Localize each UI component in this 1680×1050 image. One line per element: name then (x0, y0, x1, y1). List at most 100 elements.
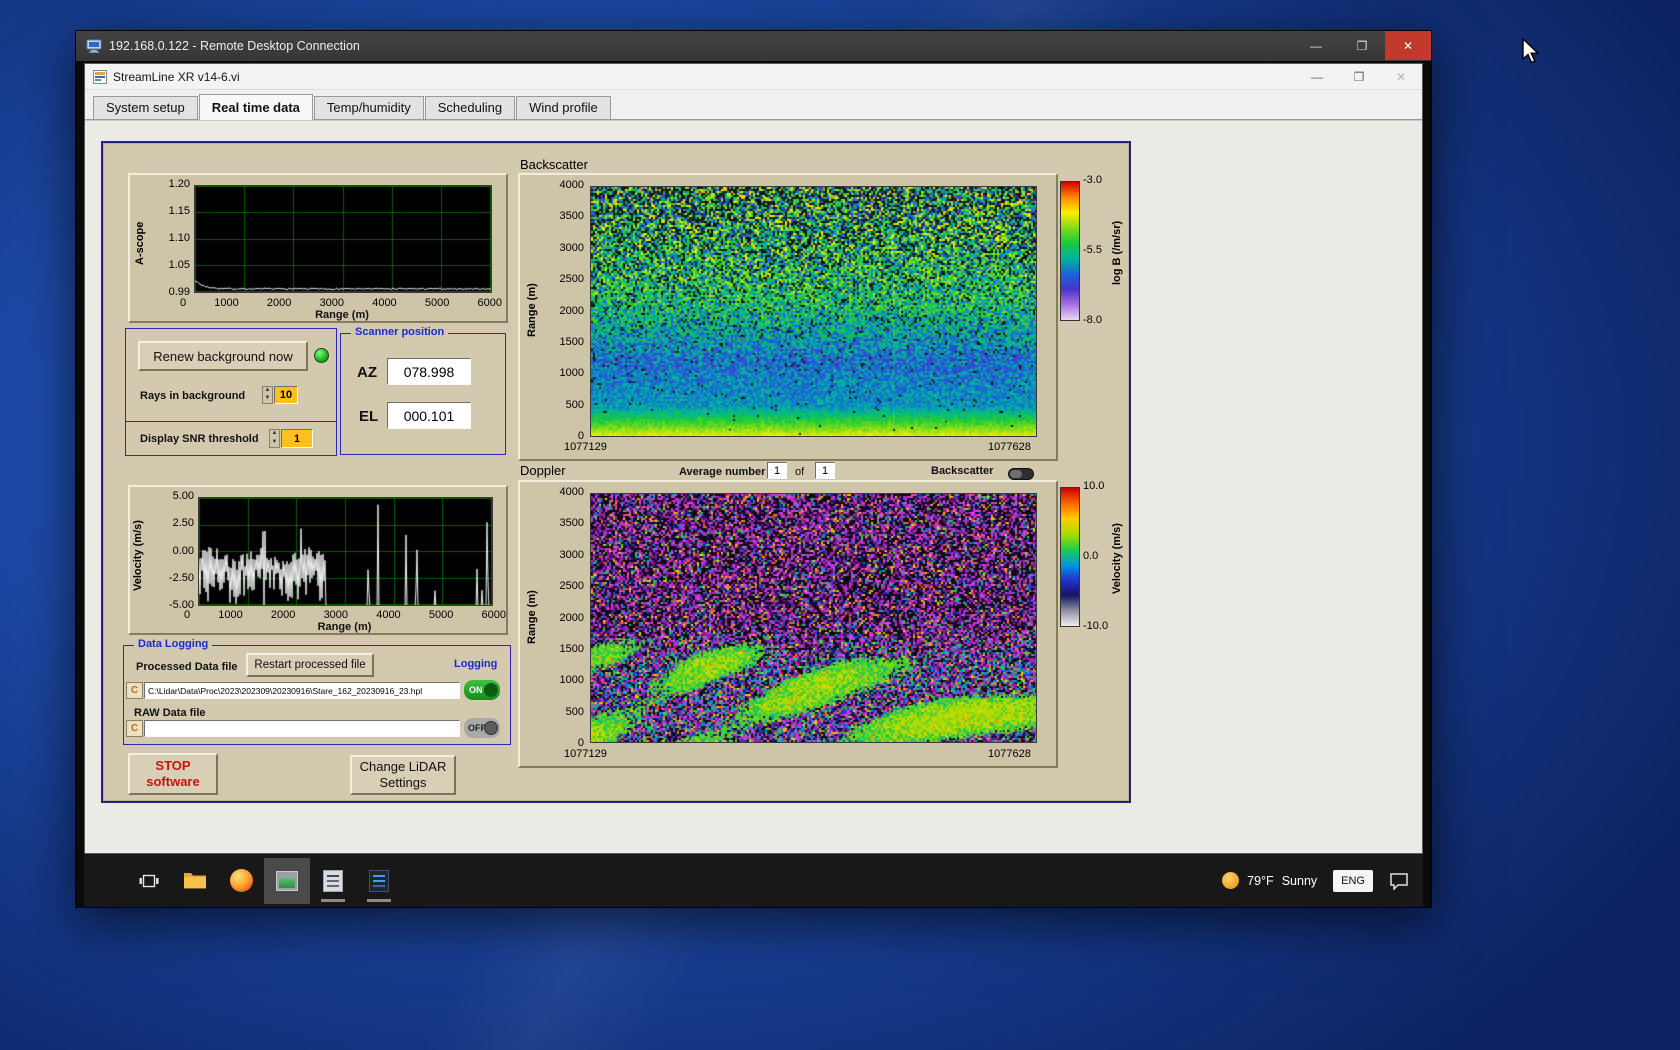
backscatter-y-axis-label: Range (m) (526, 283, 538, 337)
app-title: StreamLine XR v14-6.vi (113, 69, 240, 84)
display-snr-threshold-label: Display SNR threshold (140, 433, 259, 445)
rays-in-background-label: Rays in background (140, 390, 246, 402)
streamline-app-taskbar-button[interactable] (264, 857, 310, 904)
file-explorer-icon (184, 873, 206, 889)
tab-bar: System setup Real time data Temp/humidit… (85, 90, 1422, 120)
velocity-plot (198, 497, 493, 606)
backscatter-colorbar-label: log B (/m/sr) (1111, 220, 1123, 286)
processed-data-file-label: Processed Data file (136, 661, 238, 673)
mouse-cursor (1522, 38, 1540, 64)
tab-temp-humidity[interactable]: Temp/humidity (313, 96, 424, 119)
scan-schedule-button[interactable] (310, 858, 356, 904)
renew-status-led (314, 348, 329, 363)
doppler-x-end: 1077628 (988, 748, 1031, 760)
rdp-minimize-button[interactable]: ― (1293, 31, 1339, 60)
backscatter-toggle-label: Backscatter (931, 465, 994, 477)
doppler-heatmap (590, 493, 1037, 743)
weather-temp: 79°F (1247, 873, 1274, 888)
scanner-position-group: Scanner position AZ 078.998 EL 000.101 (340, 326, 506, 455)
logging-label: Logging (454, 658, 498, 670)
tab-wind-profile[interactable]: Wind profile (516, 96, 611, 119)
streamline-app-window: StreamLine XR v14-6.vi ― ❐ ✕ System setu… (84, 63, 1423, 854)
rdp-close-button[interactable]: ✕ (1385, 31, 1431, 60)
el-label: EL (359, 408, 379, 425)
stop-software-button[interactable]: STOP software (128, 753, 218, 795)
restart-processed-file-button[interactable]: Restart processed file (246, 653, 374, 677)
rdp-session-area: StreamLine XR v14-6.vi ― ❐ ✕ System setu… (76, 61, 1431, 907)
document-app-button[interactable] (356, 858, 402, 904)
velocity-y-axis-label: Velocity (m/s) (132, 520, 144, 592)
scanner-position-legend: Scanner position (351, 326, 449, 338)
data-logging-group: Data Logging Processed Data file Restart… (123, 638, 511, 745)
weather-condition: Sunny (1281, 873, 1318, 888)
task-view-icon (139, 874, 159, 887)
doppler-plot-frame: Range (m) 4000 3500 3000 2500 2000 1500 1000 50… (518, 480, 1058, 768)
rdp-computer-icon (86, 39, 102, 53)
chat-bubble-icon (1390, 872, 1408, 890)
average-number-field[interactable]: 1 (767, 462, 787, 479)
velocity-plot-frame: Velocity (m/s) 5.00 2.50 0.00 -2.50 -5.00 01… (128, 485, 508, 635)
average-total-field[interactable]: 1 (815, 462, 835, 479)
raw-logging-toggle[interactable]: OFF (464, 718, 500, 738)
snr-spinner[interactable]: ▲ ▼ (269, 429, 280, 448)
backscatter-plot-frame: Range (m) 4000 3500 3000 2500 2000 1500 1000 50… (518, 173, 1058, 461)
processed-path-browse-button[interactable]: C (126, 682, 143, 699)
data-logging-legend: Data Logging (134, 638, 213, 650)
change-lidar-settings-button[interactable]: Change LiDAR Settings (350, 755, 456, 795)
display-snr-threshold-field[interactable]: 1 (281, 429, 313, 448)
ascope-y-ticks: 1.20 1.15 1.10 1.05 0.99 (168, 178, 190, 298)
renew-background-button[interactable]: Renew background now (138, 341, 308, 371)
desktop: 192.168.0.122 - Remote Desktop Connectio… (0, 0, 1680, 1050)
app-close-button[interactable]: ✕ (1380, 64, 1422, 89)
document-app-icon (369, 869, 389, 892)
backscatter-title: Backscatter (520, 157, 588, 172)
velocity-x-ticks: 0 1000 2000 3000 4000 5000 6000 (184, 609, 506, 621)
backscatter-colorbar (1060, 181, 1080, 321)
raw-path-browse-button[interactable]: C (126, 720, 143, 737)
az-field[interactable]: 078.998 (387, 358, 471, 385)
app-restore-button[interactable]: ❐ (1338, 64, 1380, 89)
app-minimize-button[interactable]: ― (1296, 64, 1338, 89)
backscatter-doppler-toggle[interactable] (1008, 468, 1034, 480)
background-controls-group: Renew background now Rays in background … (125, 328, 337, 456)
backscatter-x-end: 1077628 (988, 441, 1031, 453)
average-of-label: of (795, 466, 805, 478)
rdp-restore-button[interactable]: ❐ (1339, 31, 1385, 60)
scan-schedule-icon (323, 869, 343, 892)
backscatter-colorbar-ticks: -3.0 -5.5 -8.0 (1083, 174, 1102, 326)
el-field[interactable]: 000.101 (387, 402, 471, 429)
backscatter-x-start: 1077129 (564, 441, 607, 453)
rays-spinner[interactable]: ▲ ▼ (262, 386, 273, 404)
doppler-x-start: 1077129 (564, 748, 607, 760)
raw-path-field[interactable] (144, 720, 460, 737)
average-number-label: Average number (679, 466, 766, 478)
raw-data-file-label: RAW Data file (134, 707, 206, 719)
doppler-colorbar (1060, 487, 1080, 627)
file-explorer-button[interactable] (172, 858, 218, 904)
app-titlebar: StreamLine XR v14-6.vi ― ❐ ✕ (85, 64, 1422, 90)
sun-icon (1222, 872, 1240, 889)
streamline-app-icon (276, 870, 298, 891)
doppler-y-axis-label: Range (m) (526, 590, 538, 644)
weather-widget[interactable]: 79°F Sunny (1222, 872, 1317, 889)
firefox-button[interactable] (218, 858, 264, 904)
rdp-window: 192.168.0.122 - Remote Desktop Connectio… (75, 30, 1432, 908)
backscatter-heatmap (590, 186, 1037, 437)
task-view-button[interactable] (126, 858, 172, 904)
tab-scheduling[interactable]: Scheduling (424, 96, 516, 119)
velocity-y-ticks: 5.00 2.50 0.00 -2.50 -5.00 (168, 490, 194, 611)
ascope-y-axis-label: A-scope (134, 221, 146, 265)
rdp-title: 192.168.0.122 - Remote Desktop Connectio… (109, 39, 360, 53)
vi-body: A-scope 1.20 1.15 1.10 1.05 0.99 0 1000 2000 30… (85, 120, 1422, 853)
ascope-plot (194, 185, 492, 293)
processed-logging-toggle[interactable]: ON (464, 680, 500, 700)
tab-system-setup[interactable]: System setup (93, 96, 198, 119)
ascope-plot-frame: A-scope 1.20 1.15 1.10 1.05 0.99 0 1000 2000 30… (128, 173, 508, 323)
processed-path-field[interactable]: C:\Lidar\Data\Proc\2023\202309\20230916\… (144, 682, 460, 699)
doppler-colorbar-label: Velocity (m/s) (1111, 523, 1123, 595)
notifications-button[interactable] (1389, 872, 1409, 890)
doppler-title: Doppler (520, 463, 566, 478)
tab-real-time-data[interactable]: Real time data (198, 94, 313, 120)
rays-in-background-field[interactable]: 10 (274, 386, 298, 404)
language-indicator[interactable]: ENG (1333, 869, 1373, 892)
